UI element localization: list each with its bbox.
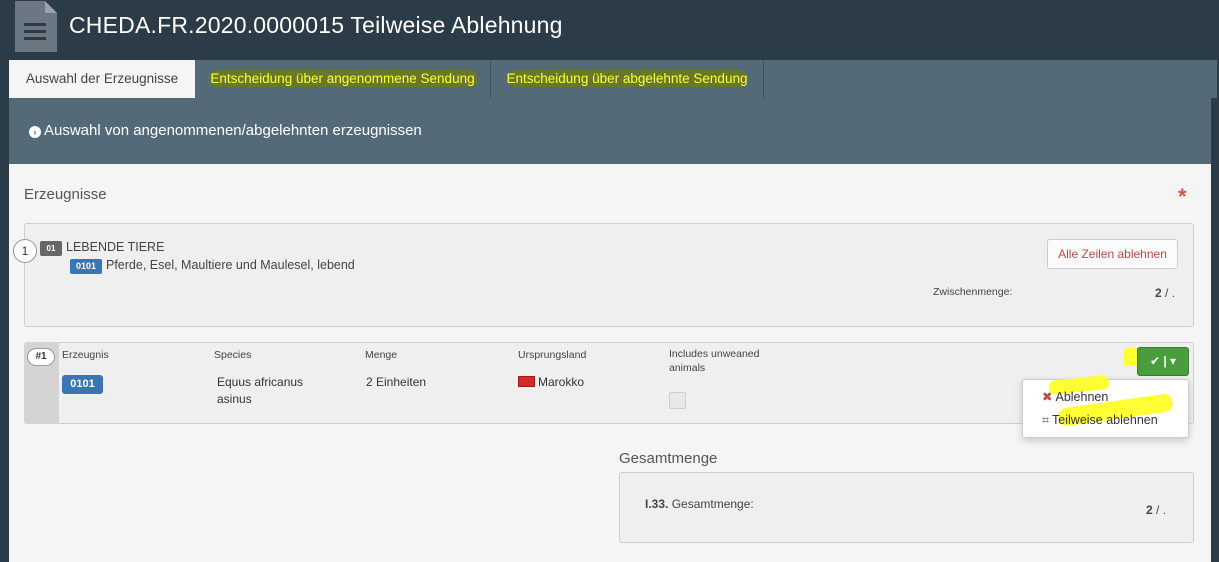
- subtotal-value: 2 / .: [1155, 286, 1175, 300]
- required-asterisk-icon: *: [1178, 184, 1187, 209]
- reject-all-rows-button[interactable]: Alle Zeilen ablehnen: [1047, 239, 1178, 269]
- product-group-panel: [24, 223, 1194, 327]
- tab-auswahl[interactable]: Auswahl der Erzeugnisse: [9, 60, 195, 98]
- total-suffix: / .: [1152, 503, 1167, 517]
- column-header-erzeugnis: Erzeugnis: [62, 349, 109, 361]
- title-bar: CHEDA.FR.2020.0000015 Teilweise Ablehnun…: [0, 0, 1219, 60]
- crop-icon: ⌗: [1042, 413, 1050, 427]
- decision-dropdown-button[interactable]: ✔ | ▾: [1137, 347, 1189, 376]
- total-key: I.33. Gesamtmenge:: [645, 497, 754, 511]
- total-key-code: I.33.: [645, 497, 669, 511]
- morocco-flag-icon: [518, 376, 535, 387]
- origin-name: Marokko: [538, 375, 585, 389]
- close-icon: ✖: [1042, 390, 1053, 404]
- total-label: Gesamtmenge: [619, 450, 718, 467]
- subgroup-code-badge: 0101: [70, 259, 102, 274]
- total-value: 2 / .: [1146, 503, 1166, 517]
- products-label: Erzeugnisse: [24, 186, 107, 203]
- unweaned-checkbox[interactable]: [669, 392, 686, 409]
- menu-item-label: Ablehnen: [1055, 390, 1109, 404]
- tab-bar: Auswahl der Erzeugnisse Entscheidung übe…: [9, 60, 1217, 98]
- section-header[interactable]: › Auswahl von angenommenen/abgelehnten er…: [9, 98, 1211, 164]
- subtotal-label: Zwischenmenge:: [933, 286, 1013, 298]
- quantity-cell: 2 Einheiten: [366, 375, 427, 389]
- total-number: 2: [1146, 503, 1153, 517]
- column-header-ursprungsland: Ursprungsland: [518, 349, 587, 361]
- column-header-unweaned: Includes unweaned animals: [669, 348, 760, 374]
- subtotal-number: 2: [1155, 286, 1162, 300]
- menu-item-teilweise-ablehnen[interactable]: ⌗ Teilweise ablehnen: [1042, 413, 1158, 428]
- page-title: CHEDA.FR.2020.0000015 Teilweise Ablehnun…: [69, 12, 563, 38]
- section-title: Auswahl von angenommenen/abgelehnten erz…: [44, 122, 422, 139]
- origin-cell: Marokko: [518, 374, 584, 391]
- product-code-badge: 0101: [62, 375, 103, 394]
- row-index: #1: [27, 348, 55, 366]
- chevron-right-circle-icon: ›: [29, 126, 41, 138]
- subgroup-title: Pferde, Esel, Maultiere und Maulesel, le…: [106, 258, 355, 272]
- document-icon: [15, 1, 57, 52]
- total-key-label: Gesamtmenge:: [668, 497, 754, 511]
- tab-angenommene-sendung[interactable]: Entscheidung über angenommene Sendung: [195, 60, 491, 98]
- tab-label: Auswahl der Erzeugnisse: [25, 71, 179, 86]
- tab-label: Entscheidung über abgelehnte Sendung: [506, 71, 748, 86]
- group-title: LEBENDE TIERE: [66, 240, 165, 254]
- menu-item-ablehnen[interactable]: ✖ Ablehnen: [1042, 389, 1108, 404]
- column-header-menge: Menge: [365, 349, 398, 361]
- group-index: 1: [13, 239, 37, 263]
- menu-item-label: Teilweise ablehnen: [1052, 413, 1158, 427]
- species-cell: Equus africanus asinus: [217, 375, 304, 406]
- column-header-species: Species: [214, 349, 252, 361]
- group-code-badge: 01: [40, 241, 62, 256]
- tab-label: Entscheidung über angenommene Sendung: [210, 71, 475, 86]
- table-row: [24, 342, 1194, 424]
- scroll-gutter: [1211, 98, 1219, 562]
- tab-abgelehnte-sendung[interactable]: Entscheidung über abgelehnte Sendung: [491, 60, 764, 98]
- subtotal-suffix: / .: [1161, 286, 1176, 300]
